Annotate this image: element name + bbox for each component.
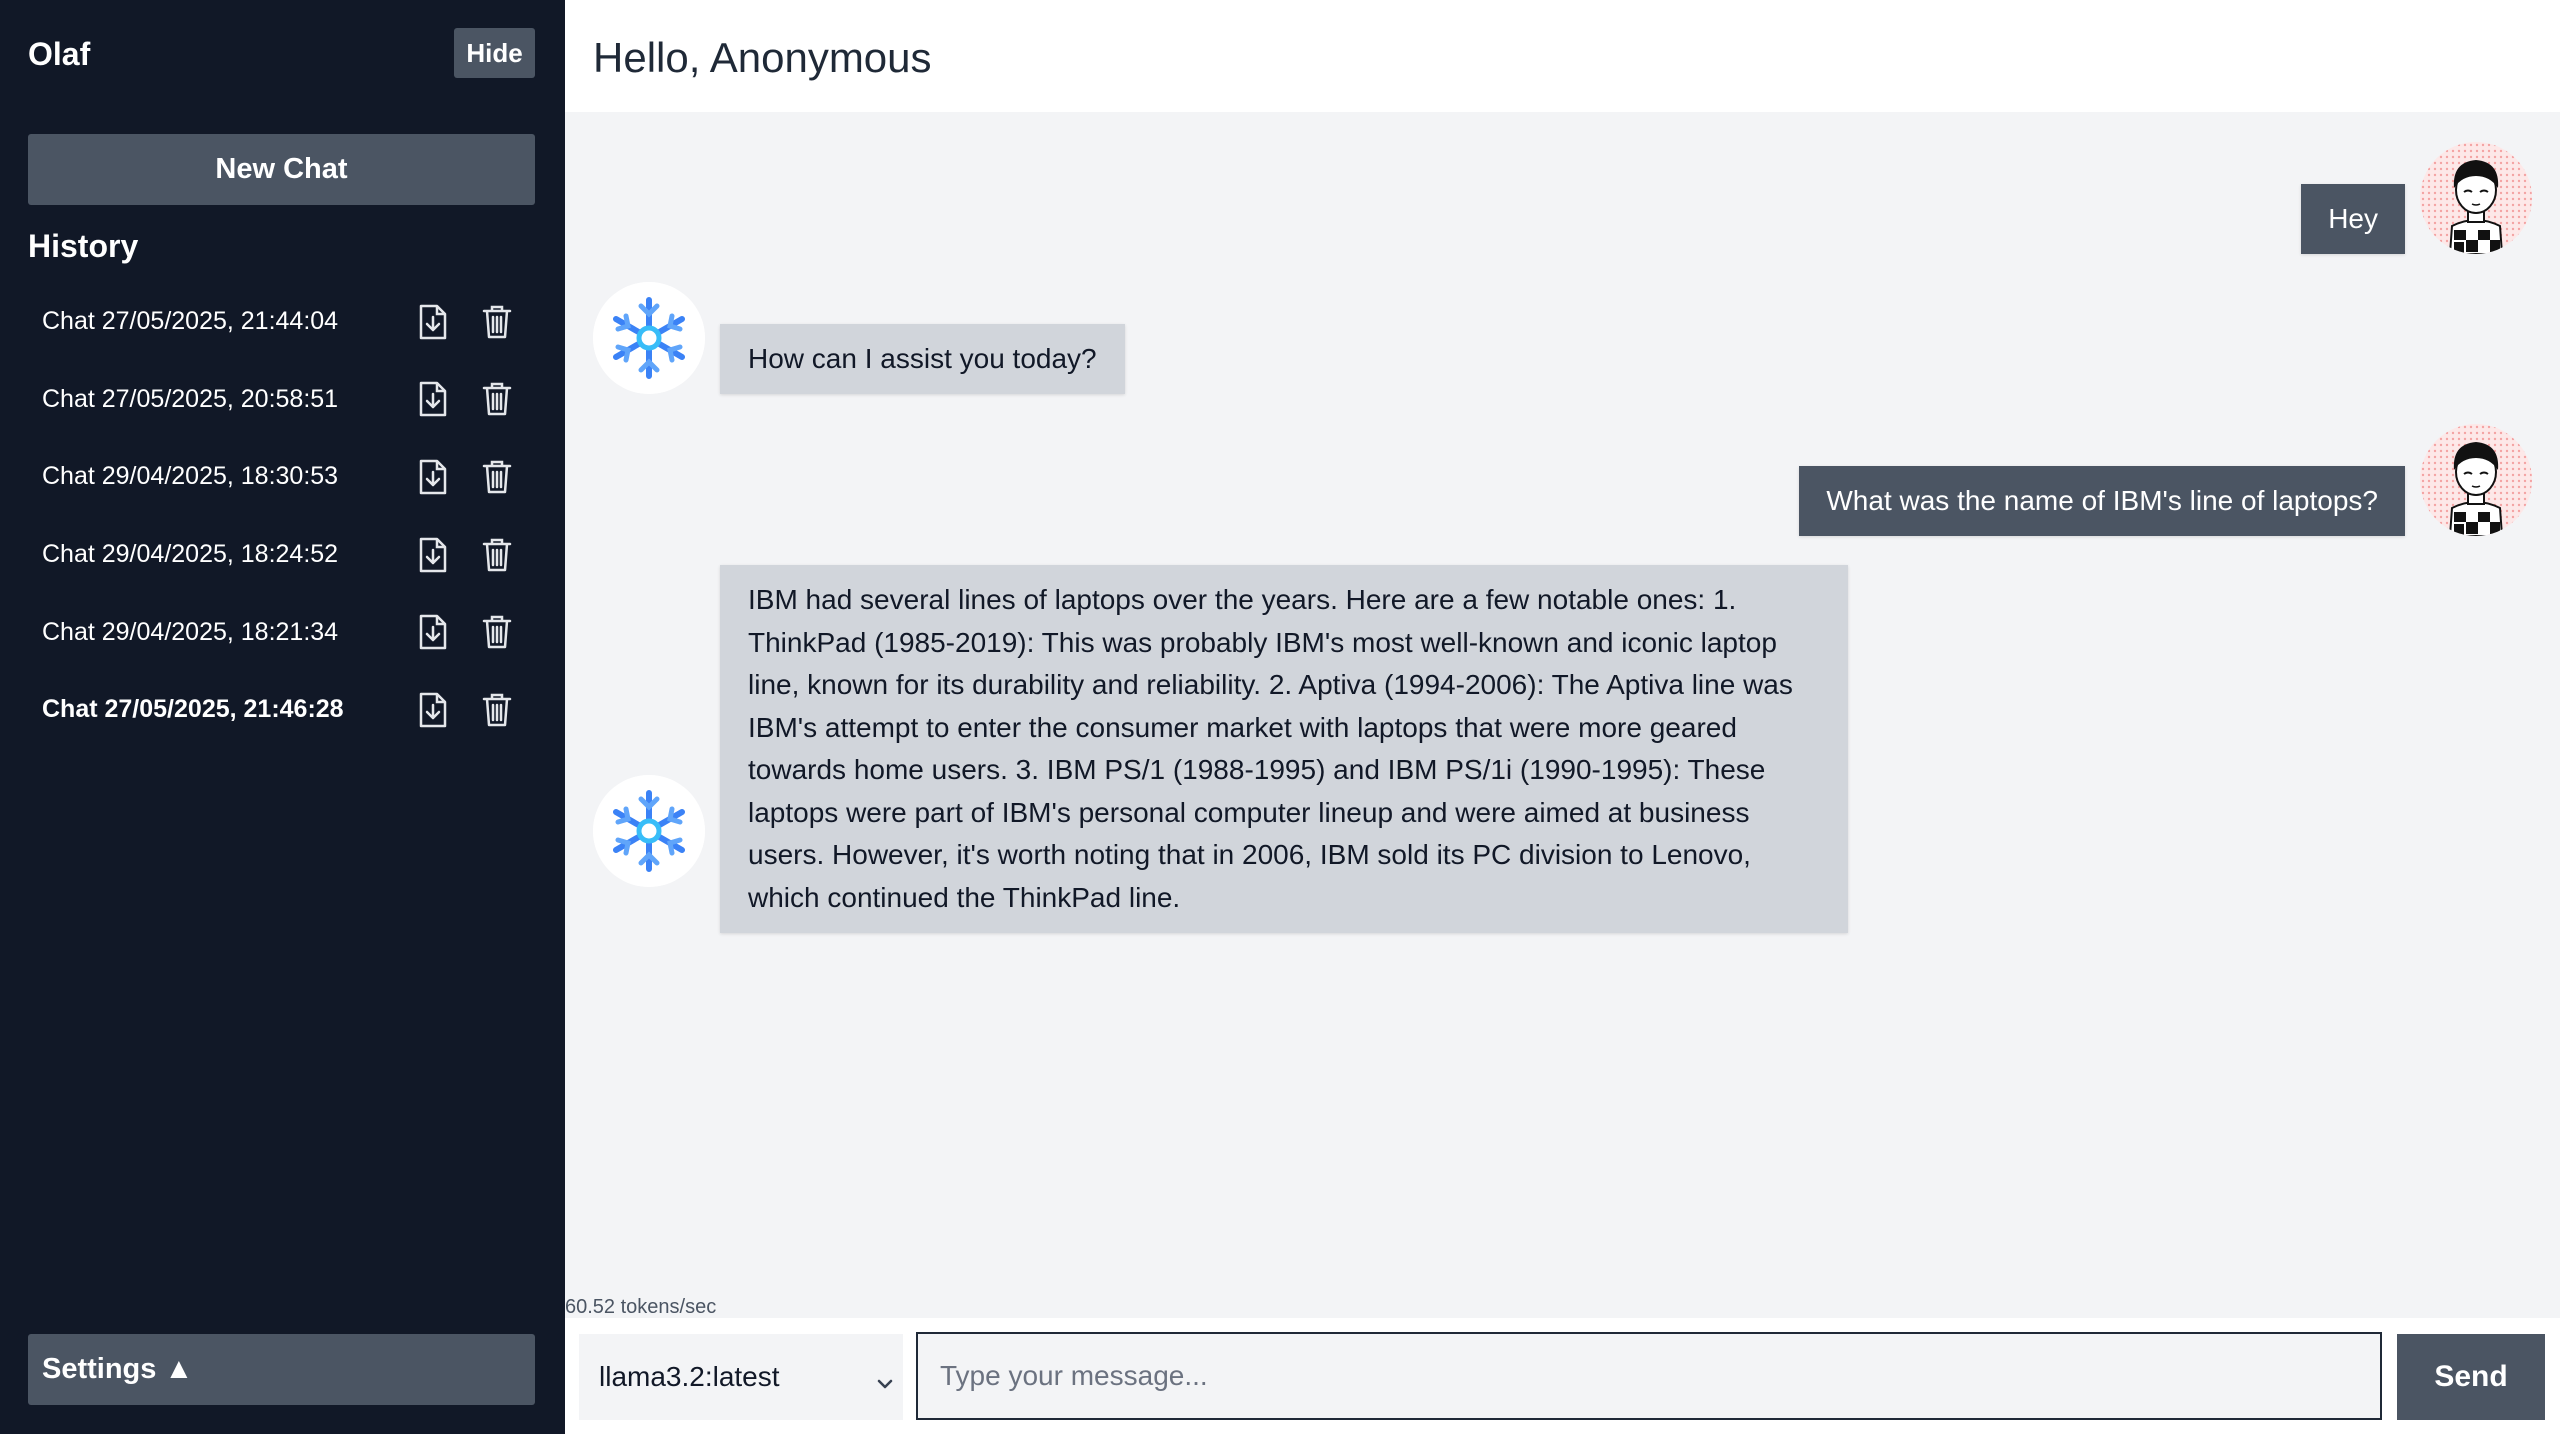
hide-sidebar-button[interactable]: Hide	[454, 28, 535, 78]
send-button[interactable]: Send	[2397, 1334, 2545, 1420]
history-item-label: Chat 27/05/2025, 21:46:28	[42, 695, 344, 724]
chat-area: Hey How can I assist you today? What was…	[565, 112, 2560, 1318]
download-icon[interactable]	[413, 690, 453, 730]
header: Hello, Anonymous	[565, 0, 2560, 112]
history-item-label: Chat 29/04/2025, 18:24:52	[42, 540, 339, 569]
history-item-label: Chat 27/05/2025, 21:44:04	[42, 307, 339, 336]
history-list: Chat 27/05/2025, 21:44:04 Chat 27/05/202…	[28, 283, 535, 749]
chevron-down-icon	[875, 1366, 895, 1398]
app-title: Olaf	[28, 36, 91, 72]
user-message: Hey	[2301, 184, 2405, 254]
history-title: History	[28, 228, 139, 264]
history-item[interactable]: Chat 27/05/2025, 20:58:51	[28, 361, 535, 439]
assistant-avatar	[593, 282, 705, 394]
user-avatar	[2420, 142, 2532, 254]
composer: llama3.2:latest Send	[565, 1318, 2560, 1434]
new-chat-button[interactable]: New Chat	[28, 134, 535, 205]
user-avatar	[2420, 424, 2532, 536]
download-icon[interactable]	[413, 612, 453, 652]
download-icon[interactable]	[413, 302, 453, 342]
download-icon[interactable]	[413, 457, 453, 497]
trash-icon[interactable]	[477, 457, 517, 497]
history-item-label: Chat 29/04/2025, 18:21:34	[42, 617, 339, 646]
history-item-label: Chat 27/05/2025, 20:58:51	[42, 384, 339, 413]
sidebar: Olaf Hide New Chat History Chat 27/05/20…	[0, 0, 565, 1434]
download-icon[interactable]	[413, 535, 453, 575]
history-item[interactable]: Chat 29/04/2025, 18:30:53	[28, 438, 535, 516]
user-message: What was the name of IBM's line of lapto…	[1799, 466, 2405, 536]
history-item-label: Chat 29/04/2025, 18:30:53	[42, 462, 339, 491]
trash-icon[interactable]	[477, 302, 517, 342]
trash-icon[interactable]	[477, 535, 517, 575]
assistant-avatar	[593, 775, 705, 887]
model-select[interactable]: llama3.2:latest	[579, 1334, 903, 1420]
trash-icon[interactable]	[477, 690, 517, 730]
history-item[interactable]: Chat 29/04/2025, 18:21:34	[28, 593, 535, 671]
tokens-per-sec: 60.52 tokens/sec	[565, 1296, 717, 1318]
history-item[interactable]: Chat 27/05/2025, 21:44:04	[28, 283, 535, 361]
history-item[interactable]: Chat 29/04/2025, 18:24:52	[28, 516, 535, 594]
assistant-message: How can I assist you today?	[720, 324, 1125, 394]
message-input[interactable]	[916, 1332, 2382, 1420]
model-select-value: llama3.2:latest	[599, 1361, 780, 1392]
settings-button[interactable]: Settings ▲	[28, 1334, 535, 1405]
trash-icon[interactable]	[477, 379, 517, 419]
trash-icon[interactable]	[477, 612, 517, 652]
greeting: Hello, Anonymous	[593, 34, 932, 81]
assistant-message: IBM had several lines of laptops over th…	[720, 565, 1848, 933]
history-item-active[interactable]: Chat 27/05/2025, 21:46:28	[28, 671, 535, 749]
download-icon[interactable]	[413, 379, 453, 419]
